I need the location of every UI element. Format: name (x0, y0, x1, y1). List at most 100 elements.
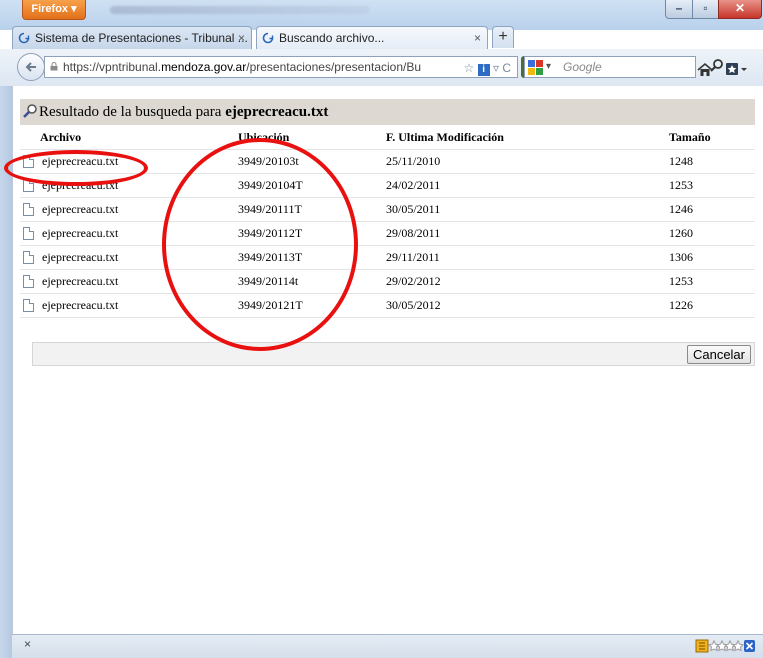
location-cell: 3949/20114t (238, 269, 386, 294)
size-cell: 1260 (669, 221, 755, 246)
file-link[interactable]: ejeprecreacu.txt (42, 274, 118, 288)
modified-cell: 24/02/2011 (386, 173, 669, 198)
search-query: ejeprecreacu.txt (225, 104, 329, 120)
tab-close-icon[interactable]: × (474, 27, 481, 49)
maximize-button[interactable]: ▫ (692, 0, 719, 19)
tab-close-icon[interactable]: × (238, 27, 245, 49)
file-cell[interactable]: ejeprecreacu.txt (20, 197, 238, 222)
results-heading: Resultado de la busqueda para ejeprecrea… (20, 99, 755, 125)
tab-label: Buscando archivo... (279, 31, 385, 45)
size-cell: 1306 (669, 245, 755, 270)
column-header-ubicacion: Ubicación (238, 125, 386, 150)
file-link[interactable]: ejeprecreacu.txt (42, 226, 118, 240)
modified-cell: 30/05/2011 (386, 197, 669, 222)
table-row[interactable]: ejeprecreacu.txt 3949/20103t 25/11/2010 … (20, 149, 755, 174)
file-icon (23, 203, 34, 216)
table-row[interactable]: ejeprecreacu.txt 3949/20112T 29/08/2011 … (20, 221, 755, 246)
file-cell[interactable]: ejeprecreacu.txt (20, 221, 238, 246)
addon-bar-icons (695, 639, 755, 653)
column-header-fecha: F. Ultima Modificación (386, 125, 669, 150)
search-bar[interactable]: ▾ Google (524, 56, 723, 78)
tab-strip: Sistema de Presentaciones - Tribunal ...… (0, 22, 763, 49)
grid-addon-icon[interactable] (695, 639, 709, 653)
location-cell: 3949/20104T (238, 173, 386, 198)
tab-label: Sistema de Presentaciones - Tribunal ... (35, 31, 248, 45)
identity-info-icon[interactable]: i (477, 64, 490, 76)
xmarks-icon[interactable] (744, 640, 755, 652)
window-left-edge (0, 86, 12, 658)
file-cell[interactable]: ejeprecreacu.txt (20, 173, 238, 198)
column-header-archivo: Archivo (20, 125, 238, 150)
file-cell[interactable]: ejeprecreacu.txt (20, 245, 238, 270)
file-link[interactable]: ejeprecreacu.txt (42, 202, 118, 216)
file-icon (23, 275, 34, 288)
size-cell: 1253 (669, 269, 755, 294)
lock-icon (50, 62, 58, 71)
location-cell: 3949/20112T (238, 221, 386, 246)
results-footer-bar: Cancelar (32, 342, 755, 366)
minimize-button[interactable]: – (665, 0, 693, 19)
table-row[interactable]: ejeprecreacu.txt 3949/20114t 29/02/2012 … (20, 269, 755, 294)
file-icon (23, 179, 34, 192)
magnifier-icon (23, 104, 37, 118)
file-cell[interactable]: ejeprecreacu.txt (20, 293, 238, 318)
reload-icon[interactable]: C (502, 61, 511, 75)
search-placeholder: Google (563, 60, 602, 74)
close-addon-bar-icon[interactable]: × (24, 637, 31, 651)
size-cell: 1246 (669, 197, 755, 222)
window-title-blurred (110, 6, 370, 14)
results-table: Archivo Ubicación F. Ultima Modificación… (20, 125, 755, 318)
location-cell: 3949/20111T (238, 197, 386, 222)
file-link[interactable]: ejeprecreacu.txt (42, 154, 118, 168)
modified-cell: 29/02/2012 (386, 269, 669, 294)
file-link[interactable]: ejeprecreacu.txt (42, 250, 118, 264)
firefox-menu-button[interactable]: Firefox ▾ (22, 0, 86, 20)
engine-dropdown-icon[interactable]: ▾ (546, 57, 551, 77)
table-row[interactable]: ejeprecreacu.txt 3949/20121T 30/05/2012 … (20, 293, 755, 318)
back-arrow-icon (25, 62, 36, 72)
table-row[interactable]: ejeprecreacu.txt 3949/20104T 24/02/2011 … (20, 173, 755, 198)
new-tab-button[interactable]: + (492, 26, 514, 48)
file-link[interactable]: ejeprecreacu.txt (42, 298, 118, 312)
size-cell: 1248 (669, 149, 755, 174)
file-icon (23, 251, 34, 264)
back-button[interactable] (17, 53, 45, 81)
table-row[interactable]: ejeprecreacu.txt 3949/20111T 30/05/2011 … (20, 197, 755, 222)
file-icon (23, 155, 34, 168)
modified-cell: 25/11/2010 (386, 149, 669, 174)
size-cell: 1253 (669, 173, 755, 198)
modified-cell: 29/08/2011 (386, 221, 669, 246)
file-icon (23, 299, 34, 312)
tab-buscando-archivo[interactable]: Buscando archivo... × (256, 26, 488, 49)
size-cell: 1226 (669, 293, 755, 318)
loading-icon (262, 32, 274, 44)
page-content: Resultado de la busqueda para ejeprecrea… (12, 86, 763, 634)
file-icon (23, 227, 34, 240)
table-header-row: Archivo Ubicación F. Ultima Modificación… (20, 125, 755, 150)
bookmark-star-icon[interactable]: ☆ (464, 61, 475, 75)
file-link[interactable]: ejeprecreacu.txt (42, 178, 118, 192)
url-prefix: https://vpntribunal. (63, 60, 162, 74)
file-cell[interactable]: ejeprecreacu.txt (20, 269, 238, 294)
bookmarks-menu-icon[interactable] (725, 61, 749, 77)
location-cell: 3949/20103t (238, 149, 386, 174)
location-cell: 3949/20121T (238, 293, 386, 318)
modified-cell: 29/11/2011 (386, 245, 669, 270)
close-window-button[interactable]: ✕ (718, 0, 762, 19)
column-header-tamano: Tamaño (669, 125, 755, 150)
home-icon[interactable] (697, 62, 713, 78)
navigation-toolbar: https://vpntribunal.mendoza.gov.ar/prese… (0, 49, 763, 87)
url-bar[interactable]: https://vpntribunal.mendoza.gov.ar/prese… (44, 56, 518, 78)
heading-prefix: Resultado de la busqueda para (39, 104, 226, 120)
file-cell[interactable]: ejeprecreacu.txt (20, 149, 238, 174)
url-suffix: /presentaciones/presentacion/Bu (246, 60, 422, 74)
url-domain: mendoza.gov.ar (161, 60, 247, 74)
modified-cell: 30/05/2012 (386, 293, 669, 318)
tab-sistema-presentaciones[interactable]: Sistema de Presentaciones - Tribunal ...… (12, 26, 252, 49)
cancel-button[interactable]: Cancelar (686, 345, 751, 364)
url-dropdown-icon[interactable]: ▿ (493, 61, 499, 75)
table-row[interactable]: ejeprecreacu.txt 3949/20113T 29/11/2011 … (20, 245, 755, 270)
url-bar-icons: ☆ i ▿ C (464, 58, 511, 77)
rating-stars-icon[interactable] (707, 639, 745, 652)
google-engine-icon (528, 60, 543, 75)
